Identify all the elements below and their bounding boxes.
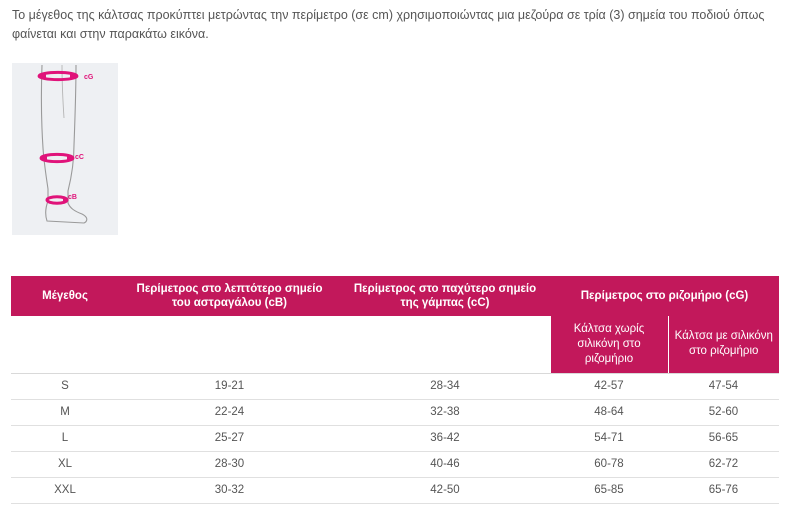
thigh-no-silicone-cell: 54-71 <box>550 425 668 452</box>
leg-illustration: cG cC cB <box>37 64 94 224</box>
cb-label: cB <box>68 194 77 201</box>
thigh-silicone-cell: 62-72 <box>668 451 779 478</box>
header-thigh-silicone: Κάλτσα με σιλικόνη στο ριζομήριο <box>667 316 779 374</box>
cc-label: cC <box>75 154 84 161</box>
thigh-no-silicone-cell: 48-64 <box>550 399 668 426</box>
cc-measure-band <box>39 152 75 164</box>
size-cell: XXL <box>11 477 119 504</box>
ankle-cell: 19-21 <box>119 373 340 400</box>
header-thigh-no-silicone: Κάλτσα χωρίς σιλικόνη στο ριζομήριο <box>549 316 668 374</box>
leg-measurement-figure: cG cC cB <box>12 63 118 235</box>
ankle-cell: 30-32 <box>119 477 340 504</box>
thigh-silicone-cell: 52-60 <box>668 399 779 426</box>
size-table: Μέγεθος Περίμετρος στο λεπτότερο σημείο … <box>11 276 779 504</box>
calf-cell: 42-50 <box>340 477 550 504</box>
subheader-empty <box>11 316 119 374</box>
calf-cell: 28-34 <box>340 373 550 400</box>
table-row: XXL 30-32 42-50 65-85 65-76 <box>11 477 779 504</box>
table-row: S 19-21 28-34 42-57 47-54 <box>11 373 779 400</box>
subheader-empty <box>340 316 550 374</box>
cb-measure-band <box>45 195 69 205</box>
table-header-row: Μέγεθος Περίμετρος στο λεπτότερο σημείο … <box>11 276 779 316</box>
cg-label: cG <box>84 74 94 81</box>
table-row: M 22-24 32-38 48-64 52-60 <box>11 399 779 426</box>
thigh-no-silicone-cell: 65-85 <box>550 477 668 504</box>
ankle-cell: 22-24 <box>119 399 340 426</box>
thigh-no-silicone-cell: 60-78 <box>550 451 668 478</box>
table-row: XL 28-30 40-46 60-78 62-72 <box>11 451 779 478</box>
thigh-silicone-cell: 56-65 <box>668 425 779 452</box>
calf-cell: 36-42 <box>340 425 550 452</box>
table-subheader-row: Κάλτσα χωρίς σιλικόνη στο ριζομήριο Κάλτ… <box>11 316 779 374</box>
size-cell: M <box>11 399 119 426</box>
cg-measure-band <box>37 70 79 82</box>
calf-cell: 32-38 <box>340 399 550 426</box>
header-calf: Περίμετρος στο παχύτερο σημείο της γάμπα… <box>340 276 550 316</box>
thigh-silicone-cell: 65-76 <box>668 477 779 504</box>
header-ankle: Περίμετρος στο λεπτότερο σημείο του αστρ… <box>119 276 340 316</box>
ankle-cell: 28-30 <box>119 451 340 478</box>
size-cell: XL <box>11 451 119 478</box>
subheader-empty <box>119 316 340 374</box>
thigh-silicone-cell: 47-54 <box>668 373 779 400</box>
thigh-no-silicone-cell: 42-57 <box>550 373 668 400</box>
header-size: Μέγεθος <box>11 276 119 316</box>
size-cell: S <box>11 373 119 400</box>
calf-cell: 40-46 <box>340 451 550 478</box>
ankle-cell: 25-27 <box>119 425 340 452</box>
size-cell: L <box>11 425 119 452</box>
intro-text: Το μέγεθος της κάλτσας προκύπτει μετρώντ… <box>12 8 765 41</box>
table-row: L 25-27 36-42 54-71 56-65 <box>11 425 779 452</box>
header-thigh: Περίμετρος στο ριζομήριο (cG) <box>550 276 779 316</box>
